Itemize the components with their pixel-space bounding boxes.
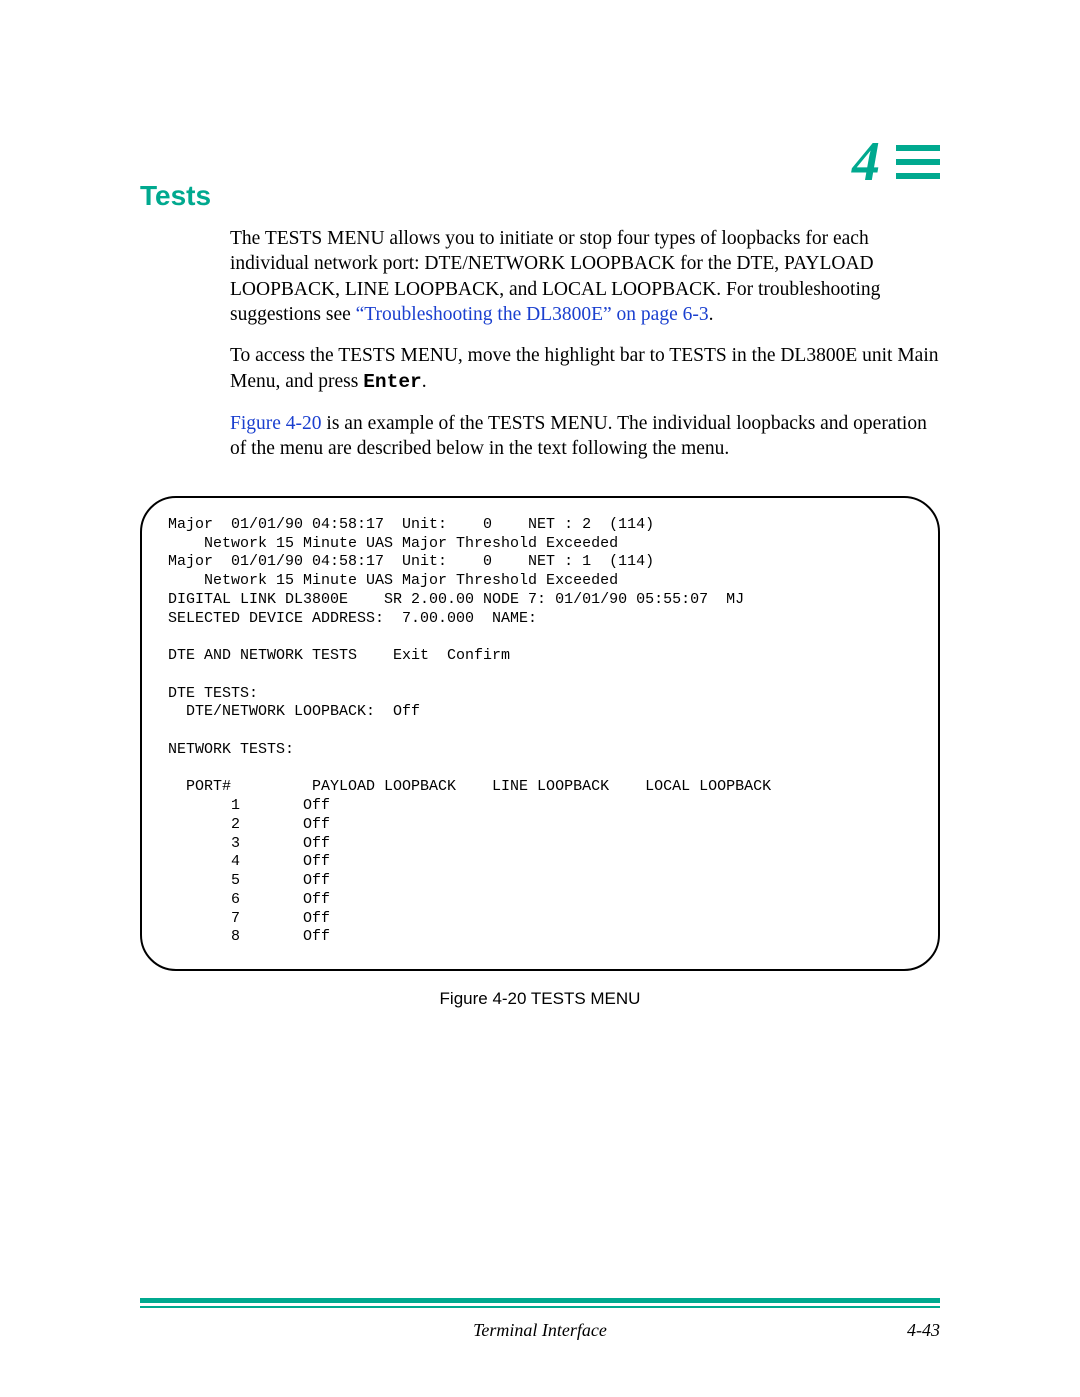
paragraph-2: To access the TESTS MENU, move the highl… [230,343,940,395]
paragraph-3: Figure 4-20 is an example of the TESTS M… [230,411,940,462]
para2-after: . [422,371,427,392]
section-title: Tests [140,180,940,212]
para1-after: . [709,304,714,325]
footer-spacer [140,1320,220,1341]
footer-rule-thick [140,1298,940,1303]
paragraph-1: The TESTS MENU allows you to initiate or… [230,226,940,327]
footer-center: Terminal Interface [220,1320,860,1341]
chapter-header: 4 [852,130,940,194]
page-number: 4-43 [860,1320,940,1341]
figure-link[interactable]: Figure 4-20 [230,413,322,434]
figure-caption: Figure 4-20 TESTS MENU [140,989,940,1009]
hamburger-icon [896,145,940,179]
troubleshooting-link[interactable]: “Troubleshooting the DL3800E” on page 6-… [356,304,709,325]
para2-before: To access the TESTS MENU, move the highl… [230,345,939,391]
para3-after: is an example of the TESTS MENU. The ind… [230,413,927,459]
terminal-frame: Major 01/01/90 04:58:17 Unit: 0 NET : 2 … [140,496,940,971]
chapter-number: 4 [852,130,880,194]
terminal-content: Major 01/01/90 04:58:17 Unit: 0 NET : 2 … [168,516,912,947]
enter-key: Enter [363,371,422,393]
page-footer: Terminal Interface 4-43 [140,1298,940,1341]
footer-rule-thin [140,1306,940,1308]
